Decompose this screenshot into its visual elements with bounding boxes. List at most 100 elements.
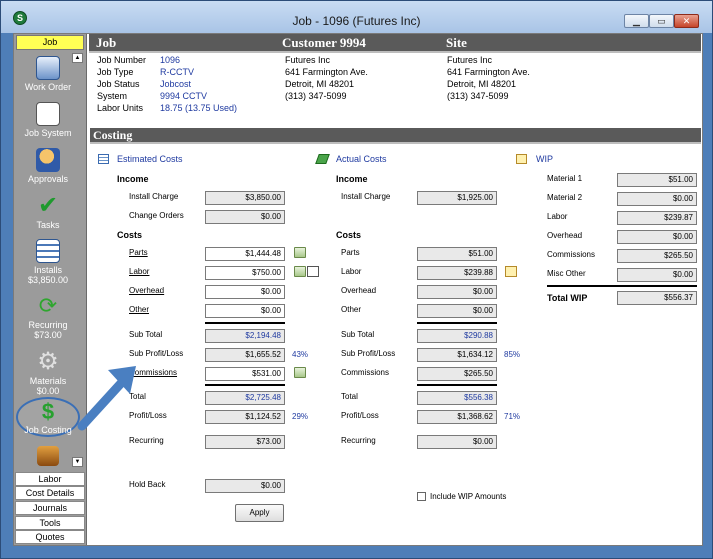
- job-header-bar: Job Customer 9994 Site: [89, 34, 701, 51]
- actual-costs-icon: [315, 154, 330, 164]
- act-subtotal-label: Sub Total: [341, 330, 375, 339]
- close-button[interactable]: ✕: [674, 14, 699, 28]
- sidebar-item-work-order[interactable]: Work Order: [16, 56, 80, 92]
- sidebar-item-amount: $73.00: [34, 330, 62, 340]
- est-overhead-label[interactable]: Overhead: [129, 286, 164, 296]
- sidebar-item-job-costing[interactable]: $ Job Costing: [16, 397, 80, 437]
- system-label: System: [97, 91, 128, 101]
- act-subtotal-rule: [417, 322, 497, 324]
- customer-name: Futures Inc: [285, 55, 331, 65]
- holdback-label: Hold Back: [129, 480, 166, 489]
- job-status-value: Jobcost: [160, 79, 192, 89]
- act-total-field: $556.38: [417, 391, 497, 405]
- wip-labor-field: $239.87: [617, 211, 697, 225]
- sidebar-header[interactable]: Job: [16, 35, 84, 50]
- est-parts-field[interactable]: $1,444.48: [205, 247, 285, 261]
- labor-detail-icon[interactable]: [307, 266, 319, 277]
- customer-phone: (313) 347-5099: [285, 91, 347, 101]
- act-recurring-label: Recurring: [341, 436, 376, 445]
- sidebar-item-tasks[interactable]: ✔ Tasks: [16, 194, 80, 231]
- toolbox-icon: [37, 446, 59, 466]
- job-number-value: 1096: [160, 55, 181, 65]
- holdback-field: $0.00: [205, 479, 285, 493]
- apply-button[interactable]: Apply: [235, 504, 284, 522]
- sidebar-scroll-down-icon[interactable]: ▼: [72, 457, 83, 467]
- sidebar-item-recurring[interactable]: ⟳ Recurring $73.00: [16, 293, 80, 341]
- title-bar: S Job - 1096 (Futures Inc) ▁ ▭ ✕: [1, 1, 712, 33]
- sidebar-item-label: Materials: [29, 376, 67, 386]
- estimated-income-label: Income: [117, 174, 149, 184]
- site-header-label: Site: [446, 35, 467, 50]
- est-sub-pl-field: $1,655.52: [205, 348, 285, 362]
- sidebar-footer-labor[interactable]: Labor: [15, 472, 85, 486]
- act-install-charge-label: Install Charge: [341, 192, 391, 201]
- est-install-charge-field: $3,850.00: [205, 191, 285, 205]
- sidebar-item-label: Recurring: [28, 320, 68, 330]
- est-total-rule: [205, 384, 285, 386]
- parts-calculator-icon[interactable]: [294, 247, 306, 258]
- wip-overhead-field: $0.00: [617, 230, 697, 244]
- include-wip-checkbox[interactable]: [417, 492, 426, 501]
- sidebar-item-amount: $0.00: [36, 386, 60, 396]
- act-sub-pl-field: $1,634.12: [417, 348, 497, 362]
- act-install-charge-field: $1,925.00: [417, 191, 497, 205]
- est-parts-label[interactable]: Parts: [129, 248, 148, 258]
- wip-material2-label: Material 2: [547, 193, 583, 202]
- actual-costs-label: Costs: [336, 230, 362, 240]
- sidebar: Job ▲ Work Order Job System Approvals ✔ …: [14, 34, 87, 545]
- est-overhead-field[interactable]: $0.00: [205, 285, 285, 299]
- include-wip-label: Include WIP Amounts: [430, 492, 507, 501]
- job-system-icon: [36, 102, 60, 126]
- est-install-charge-label: Install Charge: [129, 192, 179, 201]
- wip-labor-label: Labor: [547, 212, 568, 221]
- actual-income-label: Income: [336, 174, 368, 184]
- wip-commissions-field: $265.50: [617, 249, 697, 263]
- commissions-calculator-icon[interactable]: [294, 367, 306, 378]
- est-sub-pl-label: Sub Profit/Loss: [129, 349, 184, 358]
- est-subtotal-rule: [205, 322, 285, 324]
- job-status-label: Job Status: [97, 79, 140, 89]
- estimated-costs-label: Costs: [117, 230, 143, 240]
- minimize-button[interactable]: ▁: [624, 14, 649, 28]
- customer-header-label: Customer 9994: [282, 35, 366, 50]
- labor-units-value: 18.75 (13.75 Used): [160, 103, 238, 113]
- est-other-label[interactable]: Other: [129, 305, 149, 315]
- est-subtotal-field: $2,194.48: [205, 329, 285, 343]
- estimated-costs-icon: [98, 154, 109, 164]
- sidebar-item-label: Installs: [33, 265, 62, 275]
- wip-misc-field: $0.00: [617, 268, 697, 282]
- est-pl-field: $1,124.52: [205, 410, 285, 424]
- job-type-label: Job Type: [97, 67, 134, 77]
- act-subtotal-field: $290.88: [417, 329, 497, 343]
- sidebar-item-installs[interactable]: Installs $3,850.00: [16, 239, 80, 285]
- est-pl-percent: 29%: [292, 412, 309, 421]
- est-labor-label[interactable]: Labor: [129, 267, 149, 277]
- labor-calculator-icon[interactable]: [294, 266, 306, 277]
- sidebar-footer-journals[interactable]: Journals: [15, 501, 85, 515]
- job-type-value: R-CCTV: [160, 67, 194, 77]
- sidebar-item-approvals[interactable]: Approvals: [16, 148, 80, 184]
- sidebar-item-label: Work Order: [24, 82, 72, 92]
- sidebar-item-job-system[interactable]: Job System: [16, 102, 80, 138]
- act-total-rule: [417, 384, 497, 386]
- sidebar-item-more[interactable]: [16, 446, 80, 470]
- recurring-icon: ⟳: [38, 293, 58, 318]
- sidebar-item-materials[interactable]: ⚙ Materials $0.00: [16, 350, 80, 397]
- est-change-orders-label: Change Orders: [129, 211, 184, 220]
- approvals-icon: [36, 148, 60, 172]
- est-commissions-field[interactable]: $531.00: [205, 367, 285, 381]
- costing-section-header: Costing: [90, 128, 701, 142]
- est-other-field[interactable]: $0.00: [205, 304, 285, 318]
- sidebar-footer-cost-details[interactable]: Cost Details: [15, 486, 85, 500]
- job-number-label: Job Number: [97, 55, 147, 65]
- act-labor-field: $239.88: [417, 266, 497, 280]
- sidebar-item-label: Approvals: [27, 174, 69, 184]
- act-overhead-field: $0.00: [417, 285, 497, 299]
- labor-wip-icon[interactable]: [505, 266, 517, 277]
- sidebar-footer-quotes[interactable]: Quotes: [15, 530, 85, 544]
- window-title: Job - 1096 (Futures Inc): [292, 14, 421, 28]
- est-labor-field[interactable]: $750.00: [205, 266, 285, 280]
- customer-address: 641 Farmington Ave.: [285, 67, 368, 77]
- maximize-button[interactable]: ▭: [649, 14, 674, 28]
- sidebar-footer-tools[interactable]: Tools: [15, 516, 85, 530]
